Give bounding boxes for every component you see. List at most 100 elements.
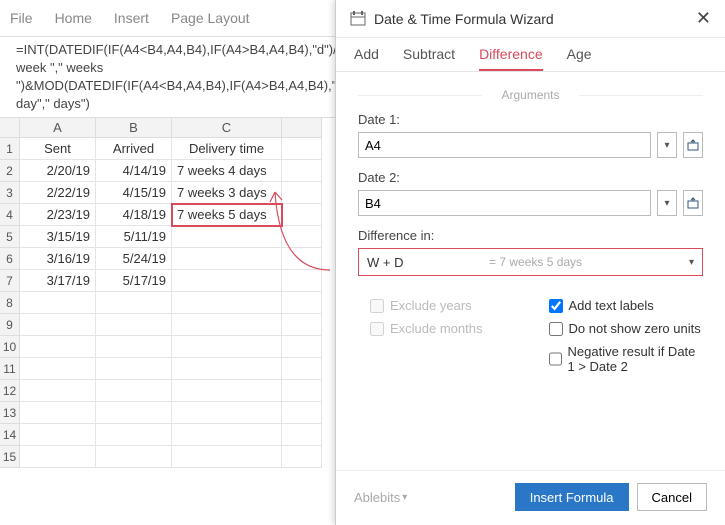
cell-blank[interactable] bbox=[20, 402, 96, 424]
insert-formula-button[interactable]: Insert Formula bbox=[515, 483, 629, 511]
cell-blank[interactable] bbox=[282, 292, 322, 314]
cell-blank[interactable] bbox=[96, 424, 172, 446]
cell-blank[interactable] bbox=[282, 424, 322, 446]
row-header-1[interactable]: 1 bbox=[0, 138, 20, 160]
cell-C2[interactable]: 7 weeks 4 days bbox=[172, 160, 282, 182]
cancel-button[interactable]: Cancel bbox=[637, 483, 707, 511]
ribbon-tab-page-layout[interactable]: Page Layout bbox=[171, 10, 250, 26]
cell-A1[interactable]: Sent bbox=[20, 138, 96, 160]
close-icon[interactable]: ✕ bbox=[696, 8, 711, 29]
cell-blank[interactable] bbox=[96, 292, 172, 314]
cell-C3[interactable]: 7 weeks 3 days bbox=[172, 182, 282, 204]
difference-select[interactable]: W + D = 7 weeks 5 days ▾ bbox=[358, 248, 703, 276]
cell-blank[interactable] bbox=[20, 380, 96, 402]
cell-A4[interactable]: 2/23/19 bbox=[20, 204, 96, 226]
cell-blank[interactable] bbox=[172, 402, 282, 424]
cell-A5[interactable]: 3/15/19 bbox=[20, 226, 96, 248]
wizard-tab-subtract[interactable]: Subtract bbox=[403, 46, 455, 71]
row-header-2[interactable]: 2 bbox=[0, 160, 20, 182]
cell-A2[interactable]: 2/20/19 bbox=[20, 160, 96, 182]
cell-blank[interactable] bbox=[172, 336, 282, 358]
cell-C5[interactable] bbox=[172, 226, 282, 248]
cell-blank[interactable] bbox=[282, 402, 322, 424]
col-header-B[interactable]: B bbox=[96, 118, 172, 138]
cell-C4[interactable]: 7 weeks 5 days bbox=[172, 204, 282, 226]
row-header-12[interactable]: 12 bbox=[0, 380, 20, 402]
cell-blank[interactable] bbox=[96, 446, 172, 468]
cell-D2[interactable] bbox=[282, 160, 322, 182]
cell-blank[interactable] bbox=[20, 314, 96, 336]
cell-B6[interactable]: 5/24/19 bbox=[96, 248, 172, 270]
cell-blank[interactable] bbox=[282, 358, 322, 380]
cell-B2[interactable]: 4/14/19 bbox=[96, 160, 172, 182]
cell-blank[interactable] bbox=[20, 358, 96, 380]
ribbon-tab-insert[interactable]: Insert bbox=[114, 10, 149, 26]
row-header-9[interactable]: 9 bbox=[0, 314, 20, 336]
wizard-tab-add[interactable]: Add bbox=[354, 46, 379, 71]
cell-B3[interactable]: 4/15/19 bbox=[96, 182, 172, 204]
cell-blank[interactable] bbox=[282, 314, 322, 336]
row-header-13[interactable]: 13 bbox=[0, 402, 20, 424]
date1-dropdown-button[interactable]: ▾ bbox=[657, 132, 677, 158]
cell-blank[interactable] bbox=[20, 446, 96, 468]
date2-input[interactable] bbox=[358, 190, 651, 216]
add-text-labels-checkbox[interactable]: Add text labels bbox=[549, 298, 704, 313]
brand-label[interactable]: Ablebits ▾ bbox=[354, 490, 407, 505]
cell-A7[interactable]: 3/17/19 bbox=[20, 270, 96, 292]
cell-B4[interactable]: 4/18/19 bbox=[96, 204, 172, 226]
cell-D1[interactable] bbox=[282, 138, 322, 160]
cell-C1[interactable]: Delivery time bbox=[172, 138, 282, 160]
cell-blank[interactable] bbox=[172, 314, 282, 336]
col-header-C[interactable]: C bbox=[172, 118, 282, 138]
row-header-10[interactable]: 10 bbox=[0, 336, 20, 358]
cell-C7[interactable] bbox=[172, 270, 282, 292]
wizard-tab-difference[interactable]: Difference bbox=[479, 46, 543, 71]
cell-D3[interactable] bbox=[282, 182, 322, 204]
cell-B7[interactable]: 5/17/19 bbox=[96, 270, 172, 292]
date1-input[interactable] bbox=[358, 132, 651, 158]
cell-blank[interactable] bbox=[96, 358, 172, 380]
cell-blank[interactable] bbox=[96, 402, 172, 424]
cell-blank[interactable] bbox=[282, 380, 322, 402]
row-header-5[interactable]: 5 bbox=[0, 226, 20, 248]
cell-blank[interactable] bbox=[172, 446, 282, 468]
cell-A3[interactable]: 2/22/19 bbox=[20, 182, 96, 204]
date2-range-picker-button[interactable] bbox=[683, 190, 703, 216]
cell-C6[interactable] bbox=[172, 248, 282, 270]
negative-result-checkbox[interactable]: Negative result if Date 1 > Date 2 bbox=[549, 344, 704, 374]
row-header-11[interactable]: 11 bbox=[0, 358, 20, 380]
date2-dropdown-button[interactable]: ▾ bbox=[657, 190, 677, 216]
cell-blank[interactable] bbox=[172, 358, 282, 380]
cell-D7[interactable] bbox=[282, 270, 322, 292]
cell-blank[interactable] bbox=[20, 336, 96, 358]
cell-blank[interactable] bbox=[96, 314, 172, 336]
col-header-A[interactable]: A bbox=[20, 118, 96, 138]
exclude-years-checkbox[interactable]: Exclude years bbox=[370, 298, 525, 313]
cell-blank[interactable] bbox=[20, 292, 96, 314]
row-header-15[interactable]: 15 bbox=[0, 446, 20, 468]
exclude-months-checkbox[interactable]: Exclude months bbox=[370, 321, 525, 336]
cell-blank[interactable] bbox=[172, 292, 282, 314]
row-header-6[interactable]: 6 bbox=[0, 248, 20, 270]
row-header-7[interactable]: 7 bbox=[0, 270, 20, 292]
cell-D5[interactable] bbox=[282, 226, 322, 248]
row-header-14[interactable]: 14 bbox=[0, 424, 20, 446]
cell-blank[interactable] bbox=[172, 424, 282, 446]
cell-blank[interactable] bbox=[282, 446, 322, 468]
row-header-8[interactable]: 8 bbox=[0, 292, 20, 314]
row-header-3[interactable]: 3 bbox=[0, 182, 20, 204]
cell-blank[interactable] bbox=[282, 336, 322, 358]
cell-D4[interactable] bbox=[282, 204, 322, 226]
cell-D6[interactable] bbox=[282, 248, 322, 270]
cell-blank[interactable] bbox=[172, 380, 282, 402]
no-zero-units-checkbox[interactable]: Do not show zero units bbox=[549, 321, 704, 336]
wizard-tab-age[interactable]: Age bbox=[567, 46, 592, 71]
cell-A6[interactable]: 3/16/19 bbox=[20, 248, 96, 270]
cell-B5[interactable]: 5/11/19 bbox=[96, 226, 172, 248]
cell-blank[interactable] bbox=[96, 336, 172, 358]
cell-B1[interactable]: Arrived bbox=[96, 138, 172, 160]
cell-blank[interactable] bbox=[20, 424, 96, 446]
ribbon-tab-file[interactable]: File bbox=[10, 10, 33, 26]
row-header-4[interactable]: 4 bbox=[0, 204, 20, 226]
date1-range-picker-button[interactable] bbox=[683, 132, 703, 158]
